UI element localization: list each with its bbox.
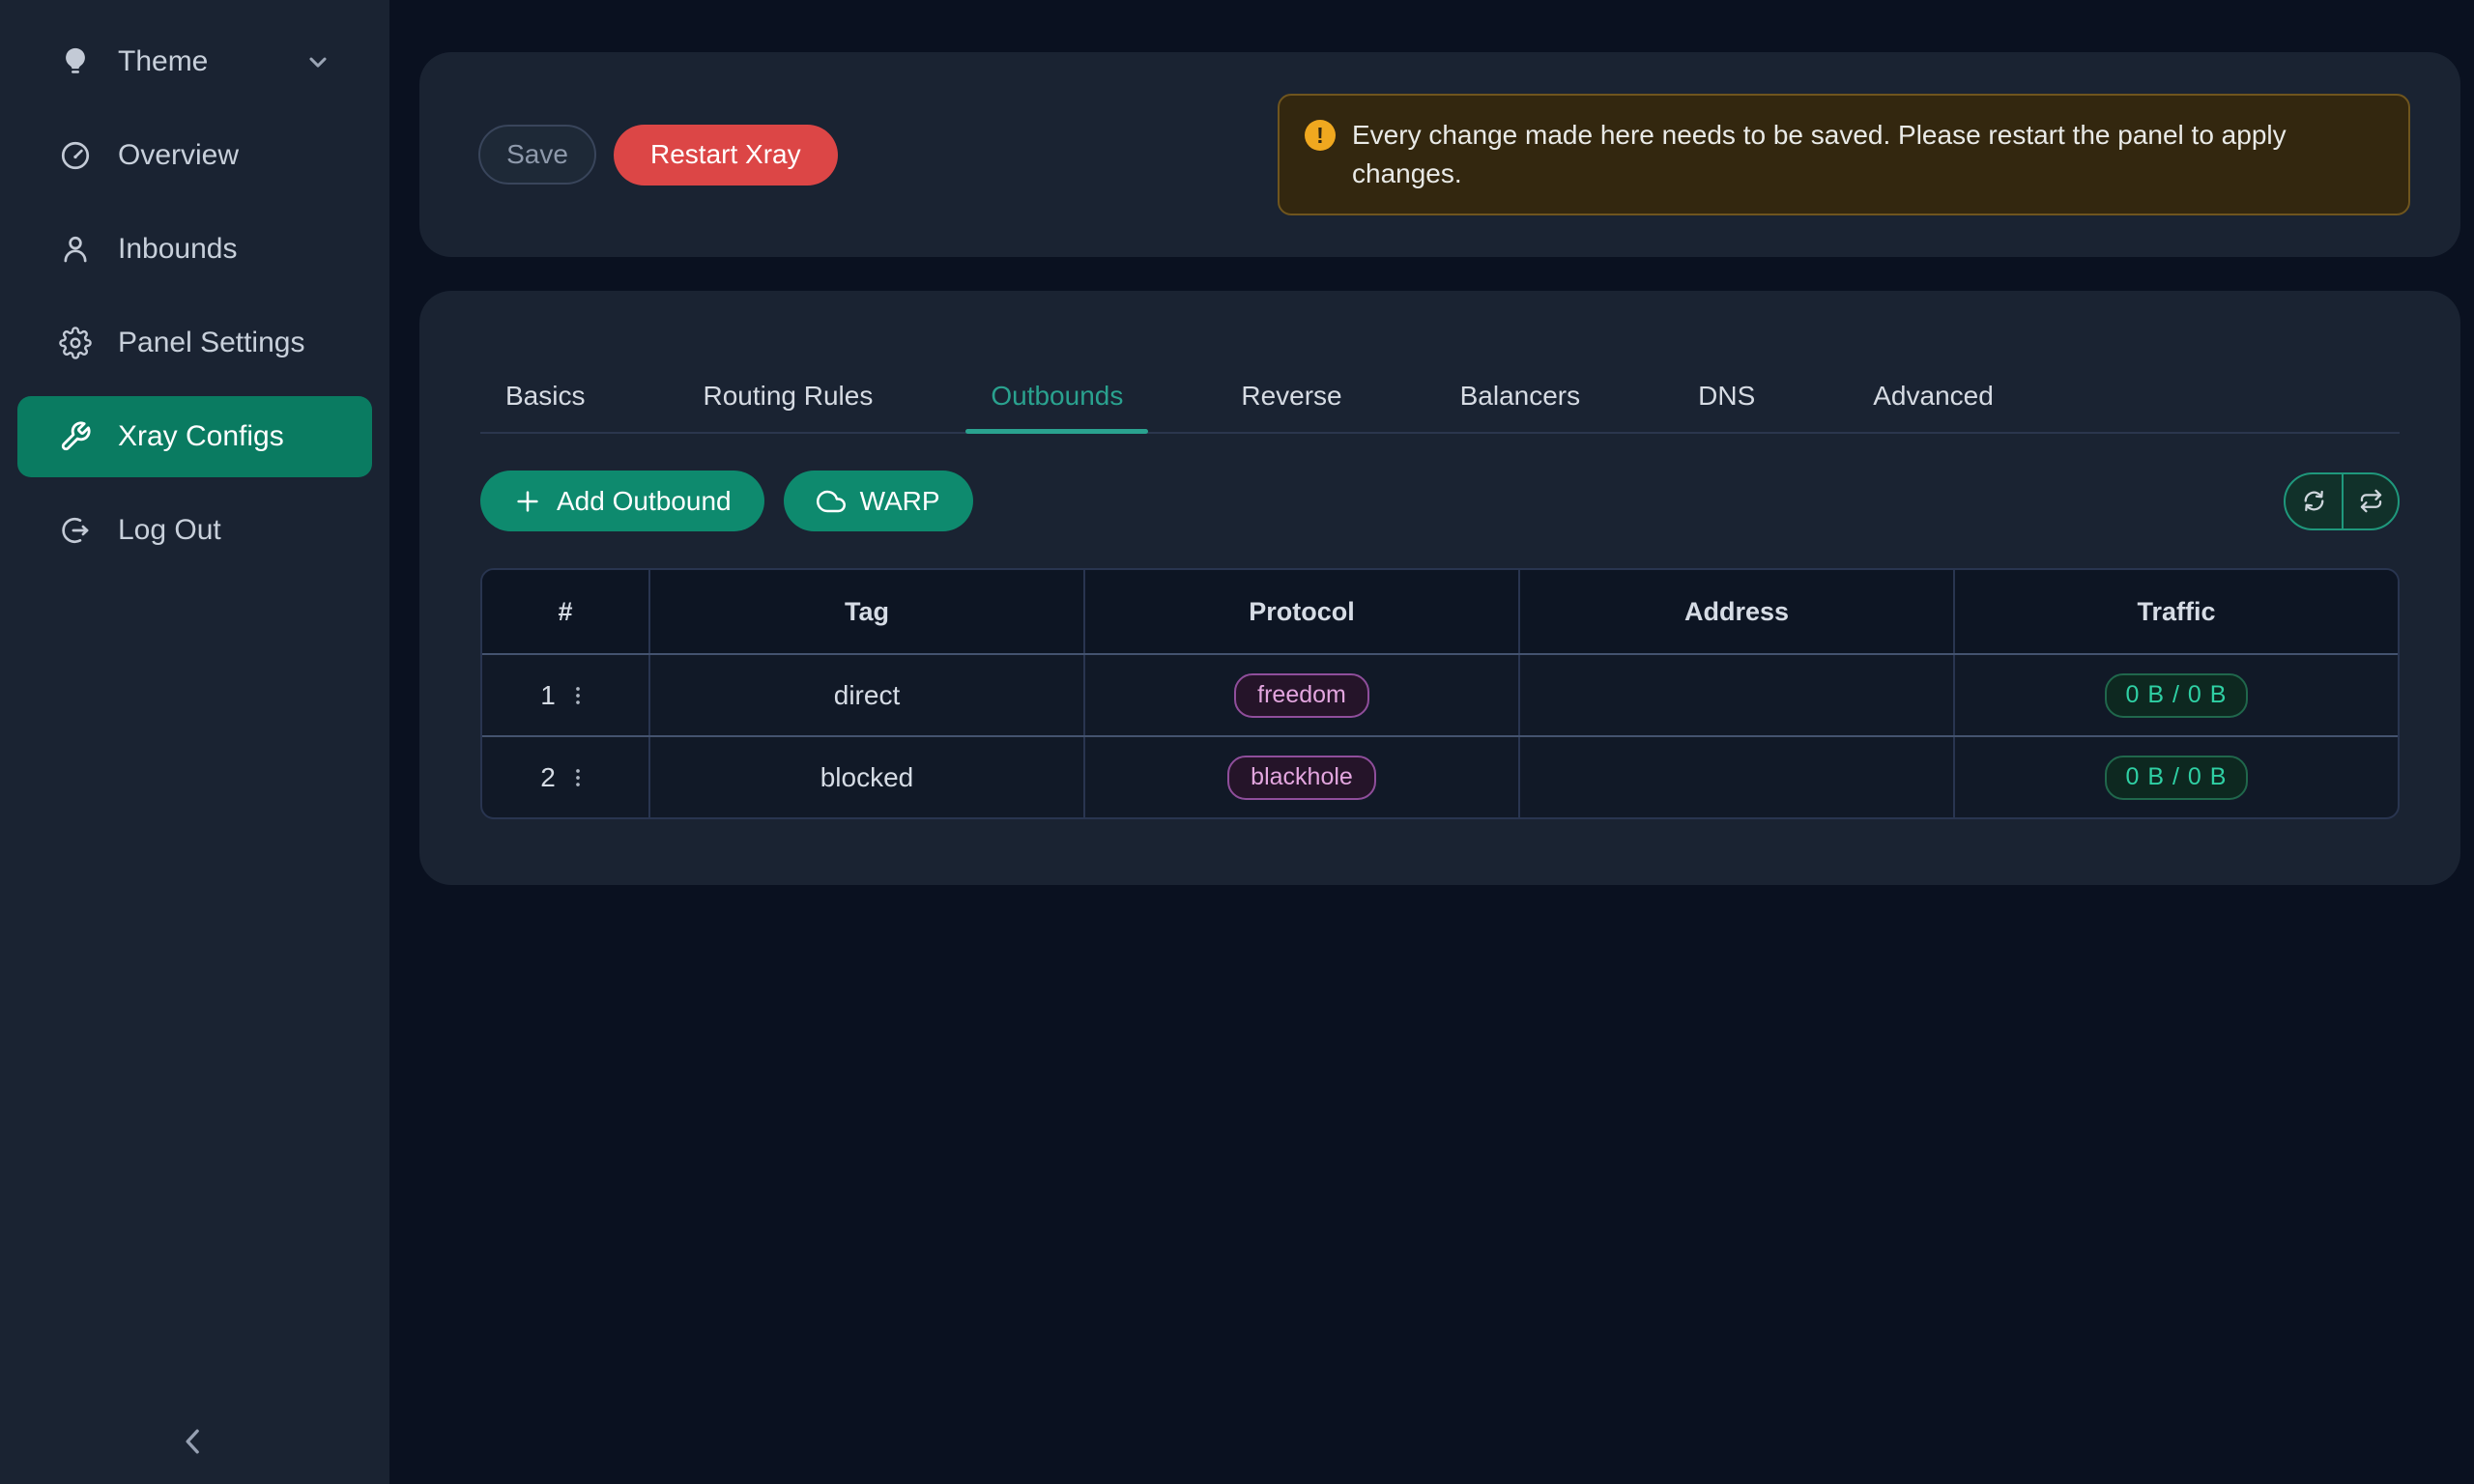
sidebar-item-xray-configs[interactable]: Xray Configs bbox=[17, 396, 372, 477]
toolbar-card: Save Restart Xray ! Every change made he… bbox=[419, 52, 2460, 257]
protocol-cell: blackhole bbox=[1085, 737, 1520, 817]
traffic-cell: 0 B / 0 B bbox=[1955, 655, 2398, 735]
logout-icon bbox=[59, 514, 92, 547]
tab-routing-rules[interactable]: Routing Rules bbox=[677, 360, 898, 432]
sidebar-item-inbounds[interactable]: Inbounds bbox=[17, 209, 372, 290]
tab-dns[interactable]: DNS bbox=[1673, 360, 1780, 432]
tab-outbounds[interactable]: Outbounds bbox=[965, 360, 1148, 432]
table-row: 2 blocked blackhole 0 B / 0 B bbox=[482, 735, 2398, 817]
sidebar-item-label: Xray Configs bbox=[118, 420, 284, 453]
tab-balancers[interactable]: Balancers bbox=[1435, 360, 1606, 432]
sidebar-item-overview[interactable]: Overview bbox=[17, 115, 372, 196]
sidebar: Theme Overview Inbounds bbox=[0, 0, 389, 1484]
plus-icon bbox=[513, 487, 542, 516]
chevron-left-icon bbox=[174, 1422, 213, 1461]
warp-button[interactable]: WARP bbox=[784, 471, 973, 531]
cloud-icon bbox=[817, 487, 846, 516]
address-cell bbox=[1520, 655, 1955, 735]
column-header-index: # bbox=[482, 570, 650, 653]
chevron-down-icon bbox=[304, 48, 331, 75]
column-header-traffic: Traffic bbox=[1955, 570, 2398, 653]
tag-cell: direct bbox=[650, 655, 1085, 735]
warning-alert: ! Every change made here needs to be sav… bbox=[1278, 94, 2410, 215]
user-icon bbox=[59, 233, 92, 266]
lightbulb-icon bbox=[59, 45, 92, 78]
warp-label: WARP bbox=[860, 486, 940, 517]
add-outbound-label: Add Outbound bbox=[557, 486, 732, 517]
protocol-cell: freedom bbox=[1085, 655, 1520, 735]
sidebar-item-label: Overview bbox=[118, 139, 239, 172]
traffic-badge: 0 B / 0 B bbox=[2105, 673, 2249, 718]
tab-basics[interactable]: Basics bbox=[480, 360, 610, 432]
sidebar-item-label: Theme bbox=[118, 45, 208, 78]
add-outbound-button[interactable]: Add Outbound bbox=[480, 471, 764, 531]
outbounds-actions-row: Add Outbound WARP bbox=[480, 471, 2400, 531]
tag-cell: blocked bbox=[650, 737, 1085, 817]
outbounds-table: # Tag Protocol Address Traffic 1 direct … bbox=[480, 568, 2400, 819]
sidebar-item-label: Inbounds bbox=[118, 233, 237, 266]
protocol-badge: freedom bbox=[1234, 673, 1369, 718]
row-index: 1 bbox=[540, 680, 556, 711]
gauge-icon bbox=[59, 139, 92, 172]
traffic-cell: 0 B / 0 B bbox=[1955, 737, 2398, 817]
table-refresh-group bbox=[2284, 472, 2400, 530]
row-index: 2 bbox=[540, 762, 556, 793]
table-header-row: # Tag Protocol Address Traffic bbox=[482, 570, 2398, 653]
sidebar-item-theme[interactable]: Theme bbox=[17, 21, 372, 102]
column-header-tag: Tag bbox=[650, 570, 1085, 653]
repeat-button[interactable] bbox=[2342, 474, 2398, 528]
protocol-badge: blackhole bbox=[1227, 756, 1376, 800]
sidebar-item-panel-settings[interactable]: Panel Settings bbox=[17, 302, 372, 384]
sidebar-item-log-out[interactable]: Log Out bbox=[17, 490, 372, 571]
tab-advanced[interactable]: Advanced bbox=[1848, 360, 2019, 432]
address-cell bbox=[1520, 737, 1955, 817]
config-tabs: Basics Routing Rules Outbounds Reverse B… bbox=[480, 360, 2400, 434]
sidebar-collapse-button[interactable] bbox=[172, 1420, 215, 1463]
sidebar-item-label: Panel Settings bbox=[118, 327, 304, 359]
tab-reverse[interactable]: Reverse bbox=[1216, 360, 1366, 432]
column-header-address: Address bbox=[1520, 570, 1955, 653]
repeat-icon bbox=[2358, 488, 2384, 514]
index-cell: 2 bbox=[482, 737, 650, 817]
xray-configs-card: Basics Routing Rules Outbounds Reverse B… bbox=[419, 291, 2460, 885]
traffic-badge: 0 B / 0 B bbox=[2105, 756, 2249, 800]
sidebar-item-label: Log Out bbox=[118, 514, 221, 547]
table-row: 1 direct freedom 0 B / 0 B bbox=[482, 653, 2398, 735]
more-vertical-icon[interactable] bbox=[565, 683, 590, 708]
warning-icon: ! bbox=[1305, 120, 1336, 151]
index-cell: 1 bbox=[482, 655, 650, 735]
column-header-protocol: Protocol bbox=[1085, 570, 1520, 653]
save-button[interactable]: Save bbox=[478, 125, 596, 185]
warning-alert-text: Every change made here needs to be saved… bbox=[1352, 116, 2357, 193]
restart-xray-button[interactable]: Restart Xray bbox=[614, 125, 838, 186]
wrench-icon bbox=[59, 420, 92, 453]
more-vertical-icon[interactable] bbox=[565, 765, 590, 790]
gear-icon bbox=[59, 327, 92, 359]
refresh-button[interactable] bbox=[2286, 474, 2342, 528]
refresh-icon bbox=[2301, 488, 2327, 514]
